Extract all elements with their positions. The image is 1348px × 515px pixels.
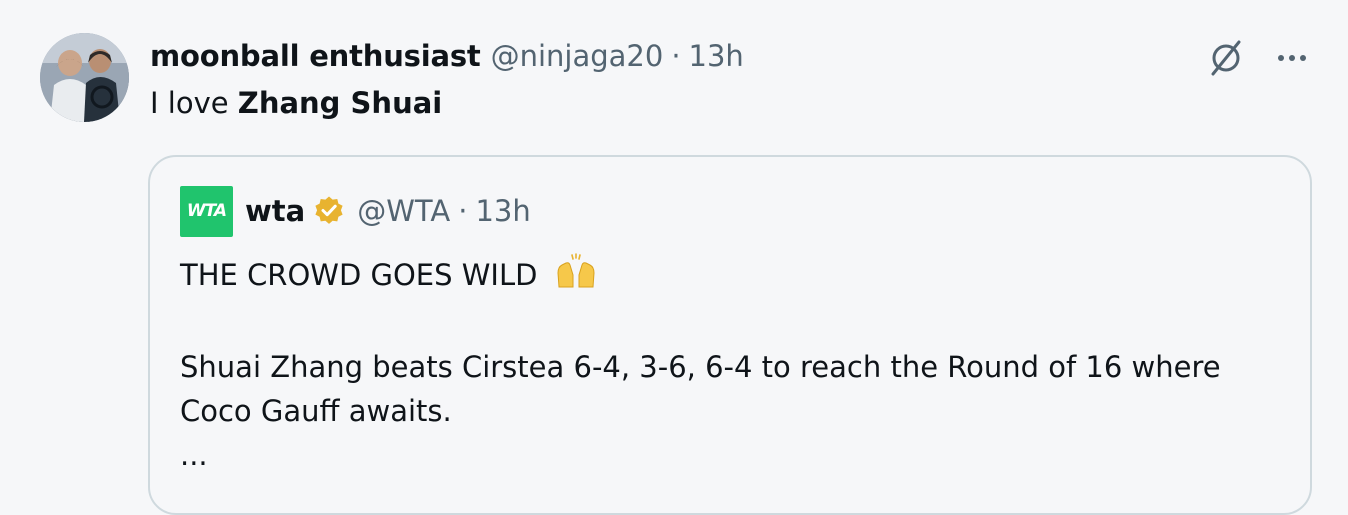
- quoted-display-name[interactable]: wta: [245, 194, 305, 228]
- tweet-header: moonball enthusiast @ninjaga20 · 13h: [150, 36, 744, 76]
- tweet-actions-top: [1204, 36, 1314, 80]
- tweet-text-bold: Zhang Shuai: [237, 86, 443, 120]
- avatar[interactable]: [40, 33, 129, 122]
- quoted-tweet[interactable]: WTA wta @WTA · 13h THE CROWD GOES WILD S…: [148, 155, 1312, 515]
- verified-badge-icon[interactable]: [313, 195, 345, 227]
- quoted-handle[interactable]: @WTA: [357, 194, 450, 228]
- tweet[interactable]: moonball enthusiast @ninjaga20 · 13h I l…: [0, 0, 1348, 515]
- timestamp[interactable]: 13h: [689, 39, 744, 73]
- quoted-line-1-text: THE CROWD GOES WILD: [180, 258, 538, 292]
- tweet-text: I love Zhang Shuai: [150, 86, 442, 120]
- more-icon: [1278, 55, 1306, 61]
- display-name[interactable]: moonball enthusiast: [150, 39, 481, 73]
- wta-logo[interactable]: WTA: [180, 185, 233, 237]
- quoted-line-2: Shuai Zhang beats Cirstea 6-4, 3-6, 6-4 …: [180, 350, 1221, 384]
- avatar-photo-icon: [40, 33, 129, 122]
- separator-dot: ·: [671, 39, 681, 73]
- quoted-line-3: Coco Gauff awaits.: [180, 394, 452, 428]
- quoted-line-gap: [180, 301, 1290, 345]
- quoted-tweet-header: WTA wta @WTA · 13h: [180, 185, 531, 237]
- raised-hands-icon: [555, 253, 597, 301]
- tweet-text-prefix: I love: [150, 86, 238, 120]
- user-handle[interactable]: @ninjaga20: [491, 39, 664, 73]
- quoted-timestamp[interactable]: 13h: [475, 194, 530, 228]
- slashed-circle-icon: [1211, 40, 1241, 76]
- quoted-line-4: ...: [180, 438, 208, 472]
- quoted-separator-dot: ·: [458, 194, 468, 228]
- quoted-line-1: THE CROWD GOES WILD: [180, 253, 1290, 301]
- grok-button[interactable]: [1204, 36, 1248, 80]
- quoted-tweet-body: THE CROWD GOES WILD Shuai Zhang beats Ci…: [180, 253, 1290, 477]
- more-button[interactable]: [1270, 36, 1314, 80]
- wta-logo-text: WTA: [186, 201, 227, 221]
